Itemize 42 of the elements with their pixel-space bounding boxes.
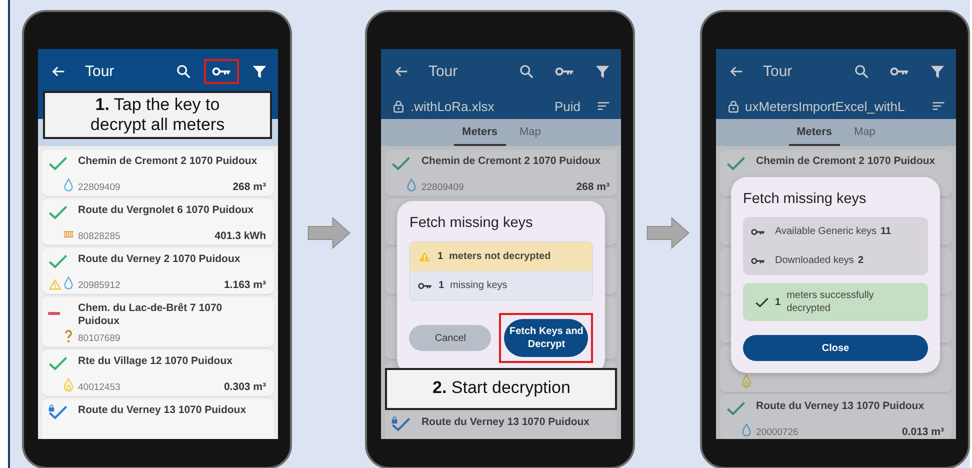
row-label: missing keys — [450, 280, 508, 291]
meter-reading: 1.163 m³ — [224, 279, 266, 291]
meter-address: Route du Verney 13 1070 Puidoux — [78, 404, 248, 417]
meter-number: 80828285 — [78, 231, 120, 242]
meter-reading: 268 m³ — [232, 181, 266, 193]
meter-reading: 401.3 kWh — [214, 230, 266, 242]
meter-address: Route du Vergnolet 6 1070 Puidoux — [78, 204, 255, 217]
row-label: Available Generic keys — [775, 226, 877, 237]
count: 11 — [880, 226, 892, 237]
meter-address: Chemin de Cremont 2 1070 Puidoux — [421, 155, 602, 168]
meter-address: Route du Verney 13 1070 Puidoux — [421, 416, 591, 429]
meter-reading: 268 m³ — [576, 181, 610, 193]
meter-number: 20000726 — [756, 427, 798, 438]
count: 1 — [775, 296, 781, 308]
meter-reading: 0.303 m³ — [224, 381, 266, 393]
filter-text: Puid — [554, 98, 580, 114]
meter-address: Chemin de Cremont 2 1070 Puidoux — [756, 155, 936, 168]
dialog-title: Fetch missing keys — [409, 215, 534, 231]
instruction-callout: 2. Start decryption — [385, 368, 618, 410]
meter-number: 40012453 — [78, 382, 120, 393]
row-label: Downloaded keys — [775, 255, 854, 266]
count: 1 — [438, 280, 444, 291]
file-name: .withLoRa.xlsx — [410, 98, 496, 114]
meter-number: 22809409 — [78, 182, 120, 193]
meter-reading: 0.013 m³ — [902, 426, 944, 438]
count: 1 — [437, 251, 444, 262]
meter-number: 80107689 — [78, 333, 120, 344]
meter-address: Chem. du Lac-de-Brêt 7 1070 Puidoux — [78, 302, 224, 328]
instruction-callout: 1. Tap the key to decrypt all meters — [43, 91, 272, 139]
screen-title: Tour — [763, 62, 792, 80]
meter-address: Route du Verney 13 1070 Puidoux — [756, 400, 926, 413]
meter-address: Route du Verney 2 1070 Puidoux — [78, 253, 242, 266]
count: 2 — [858, 255, 864, 266]
screen-title: Tour — [428, 62, 458, 80]
file-name: uxMetersImportExcel_withL — [745, 98, 906, 114]
meter-address: Chemin de Cremont 2 1070 Puidoux — [78, 155, 258, 168]
result-text: meters successfully decrypted — [786, 289, 875, 315]
meter-number: 22809409 — [421, 182, 464, 193]
meter-number: 20985912 — [78, 280, 120, 291]
screen-title: Tour — [85, 62, 114, 80]
row-label: meters not decrypted — [449, 251, 551, 262]
meter-address: Rte du Village 12 1070 Puidoux — [78, 355, 234, 368]
